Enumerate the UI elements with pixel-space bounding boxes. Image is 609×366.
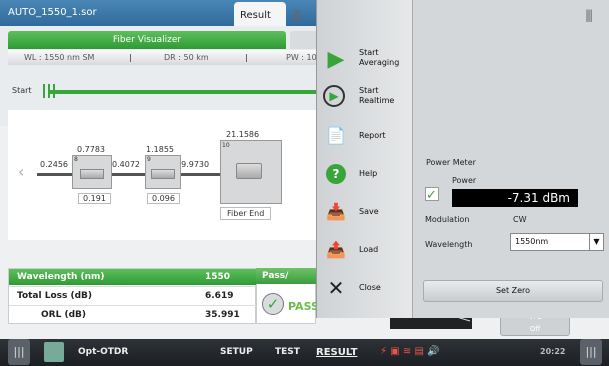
event-top-value: 21.1586 [226, 130, 260, 139]
menu-label: Load [359, 245, 379, 254]
info-separator: | [245, 53, 248, 62]
power-label: Power [452, 176, 477, 185]
pass-status: PASS [288, 300, 319, 313]
save-button[interactable]: 📥 Save [317, 194, 413, 232]
results-table: Wavelength (nm) 1550 Total Loss (dB) 6.6… [8, 268, 257, 324]
connector-icon [151, 169, 175, 179]
trace-info-bar: WL : 1550 nm SM | DR : 50 km | PW : 10 [8, 50, 328, 65]
signal-icon: ▤ [414, 346, 424, 357]
wavelength-info: WL : 1550 nm SM [24, 53, 95, 62]
wavelength-select[interactable]: 1550nm ▼ [510, 233, 604, 251]
app-icon [44, 342, 64, 362]
wavelength-label: Wavelength [425, 240, 473, 249]
span-distance: 0.2456 [40, 160, 68, 169]
total-loss-label: Total Loss (dB) [17, 291, 93, 301]
table-header: Wavelength (nm) 1550 [9, 269, 257, 285]
close-icon: ✕ [327, 276, 345, 300]
event-index: 10 [222, 142, 230, 149]
event-top-value: 1.1855 [146, 145, 174, 154]
pulse-info: PW : 10 [286, 53, 317, 62]
menu-label: Help [359, 169, 378, 178]
load-button[interactable]: 📤 Load [317, 232, 413, 270]
overview-marker [43, 84, 45, 98]
info-separator: | [129, 53, 132, 62]
check-icon: ✓ [262, 293, 284, 315]
orl-value: 35.991 [205, 310, 240, 320]
result-tab[interactable]: RESULT [316, 347, 357, 358]
fiber-overview-line [50, 90, 330, 94]
event-bottom-value: 0.096 [147, 193, 180, 204]
span-distance: 0.4072 [112, 160, 140, 169]
table-row: ORL (dB) 35.991 [9, 305, 257, 324]
app-name: Opt-OTDR [78, 347, 129, 357]
monitor-icon: ▣ [390, 346, 400, 357]
modulation-label: Modulation [425, 215, 470, 224]
help-icon: ? [326, 164, 346, 184]
right-handle-icon[interactable]: ||| [580, 339, 602, 365]
close-button[interactable]: ✕ Close [317, 270, 413, 308]
wifi-icon: ≋ [402, 346, 412, 357]
power-meter-title: Power Meter [426, 158, 476, 167]
table-row: Total Loss (dB) 6.619 [9, 286, 257, 305]
range-info: DR : 50 km [164, 53, 209, 62]
realtime-icon: ▶ [323, 85, 345, 107]
bottom-bar: ||| Opt-OTDR SETUP TEST RESULT ⚡ ▣ ≋ ▤ 🔊… [0, 339, 609, 366]
menu-label: Report [359, 131, 386, 140]
overview-marker [48, 84, 50, 98]
file-title: AUTO_1550_1.sor [8, 7, 97, 18]
wavelength-selected: 1550nm [515, 237, 549, 246]
status-icons: ⚡ ▣ ≋ ▤ 🔊 [380, 346, 440, 357]
clock: 20:22 [540, 347, 566, 356]
save-icon: 📥 [326, 202, 346, 221]
test-tab[interactable]: TEST [275, 347, 300, 357]
volume-icon: 🔊 [427, 346, 440, 357]
tab-result[interactable]: Result [234, 2, 286, 28]
wavelength-value: 1550 [205, 272, 231, 282]
modulation-value: CW [513, 215, 527, 224]
chevron-down-icon: ▼ [589, 234, 603, 250]
start-label: Start [12, 86, 32, 95]
menu-label: Close [359, 283, 381, 292]
event-bottom-value: 0.191 [78, 193, 111, 204]
pass-fail-header: Pass/ [256, 268, 316, 284]
menu-label: Save [359, 207, 379, 216]
orl-label: ORL (dB) [41, 310, 86, 320]
splice-icon [80, 169, 104, 179]
total-loss-value: 6.619 [205, 291, 234, 301]
left-handle-icon[interactable]: ||| [8, 339, 30, 365]
plug-icon: ⚡ [380, 346, 388, 357]
fiber-end-icon [236, 163, 262, 179]
action-menu: ||| ▶ Start Averaging ▶ Start Realtime 📄 R… [293, 0, 413, 318]
set-zero-button[interactable]: Set Zero [423, 280, 603, 302]
event-index: 8 [74, 156, 78, 163]
vfl-state: Off [529, 325, 541, 333]
tab-fiber-visualizer[interactable]: Fiber Visualizer [8, 31, 286, 49]
play-icon: ▶ [327, 47, 345, 72]
event-top-value: 0.7783 [77, 145, 105, 154]
setup-tab[interactable]: SETUP [220, 347, 253, 357]
overview-marker [53, 84, 55, 98]
menu-label: Start Averaging [359, 48, 400, 67]
help-button[interactable]: ? Help [317, 156, 413, 194]
panel-grip-icon[interactable]: ||| [585, 8, 593, 22]
event-index: 9 [147, 156, 151, 163]
fiber-overview: Start [8, 82, 330, 102]
start-realtime-button[interactable]: ▶ Start Realtime [317, 80, 413, 118]
fiber-end-label: Fiber End [220, 207, 272, 220]
load-icon: 📤 [326, 240, 346, 259]
menu-grip-icon[interactable]: ||| [293, 8, 301, 22]
report-button[interactable]: 📄 Report [317, 118, 413, 156]
power-checkbox[interactable]: ✓ [425, 187, 439, 203]
menu-label: Start Realtime [359, 86, 395, 105]
start-averaging-button[interactable]: ▶ Start Averaging [317, 42, 413, 80]
report-icon: 📄 [326, 126, 346, 145]
wavelength-header: Wavelength (nm) [17, 272, 105, 282]
power-readout: -7.31 dBm [452, 189, 578, 207]
scroll-left-icon[interactable]: ‹ [18, 162, 24, 181]
